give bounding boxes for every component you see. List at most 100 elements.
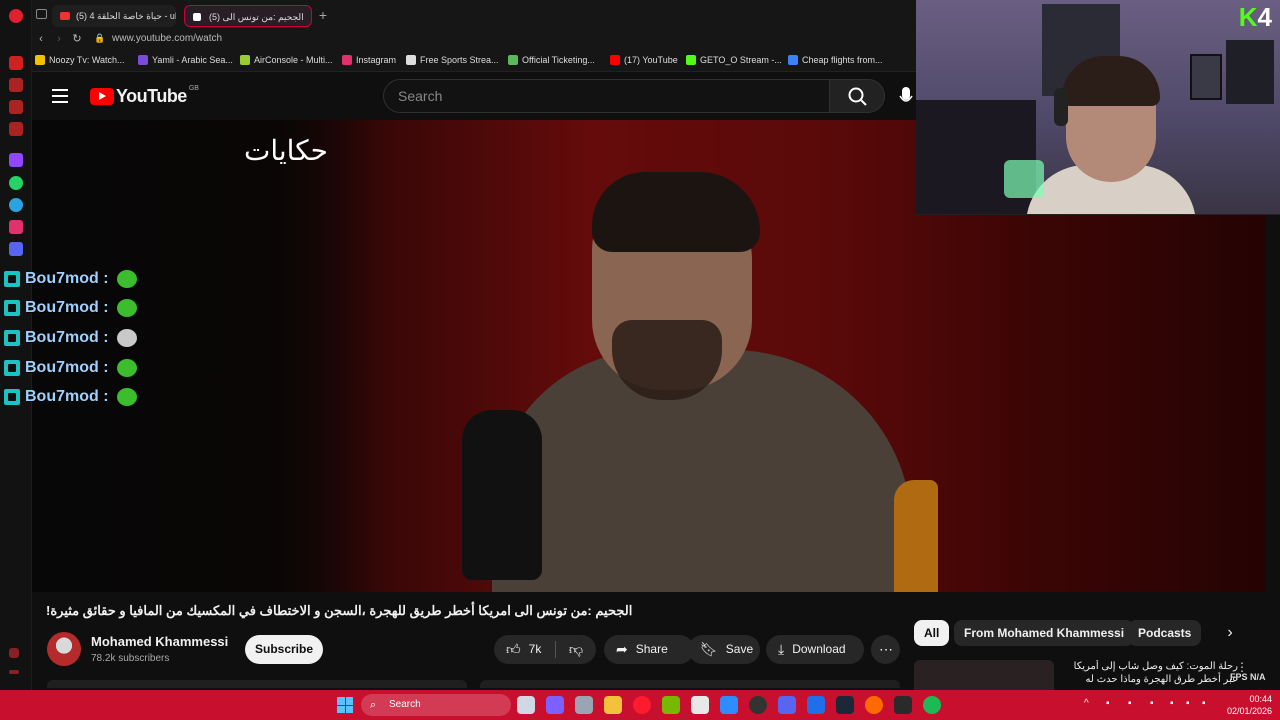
whatsapp-icon[interactable] [9,176,23,190]
app-icon[interactable] [720,696,738,714]
bookmark-official-ticketing[interactable]: Official Ticketing... [508,53,595,67]
channel-avatar[interactable] [47,632,81,666]
workspaces-icon[interactable] [9,122,23,136]
task-view-icon[interactable] [517,696,535,714]
reload-icon[interactable]: ↻ [70,32,84,46]
chip-podcasts[interactable]: Podcasts [1128,620,1202,646]
twitch-icon[interactable] [9,153,23,167]
back-icon[interactable]: ‹ [34,32,48,46]
microphone-icon[interactable] [898,82,916,110]
channel-name[interactable]: Mohamed Khammessi [91,634,228,649]
headset [1054,88,1068,126]
tab-hayat-khasa[interactable]: (5) حياة خاصة الحلقة 4 - ube [52,5,176,27]
download-icon: ⤓ [778,641,785,658]
bookmark-label: Cheap flights from... [802,55,883,65]
chevron-up-icon[interactable]: ^ [1084,698,1094,710]
bookmark-free-sports[interactable]: Free Sports Strea... [406,53,499,67]
windows-taskbar: ⌕ Search ^ ▪ ▪ ▪ ▪ ▪ ▪ 00:44 02/01/2026 [0,690,1280,720]
search-icon [848,87,867,106]
discord-taskbar-icon[interactable] [778,696,796,714]
search-input[interactable]: Search [383,79,830,113]
tray-app-icon[interactable]: ▪ [1150,698,1160,710]
url-field[interactable]: www.youtube.com/watch [112,32,222,46]
dislike-icon[interactable]: 👎︎ [564,635,588,664]
bookmark-noozy[interactable]: Noozy Tv: Watch... [35,53,125,67]
windows-start-icon[interactable] [337,697,353,713]
taskbar-clock[interactable]: 00:44 02/01/2026 [1226,693,1272,717]
youtube-header: YouTube GB Search [32,72,916,120]
chip-from-channel[interactable]: From Mohamed Khammessi [954,620,1135,646]
kick-logo-number: 4 [1257,2,1272,32]
instagram-icon[interactable] [9,220,23,234]
wall-poster [1226,40,1274,104]
taskbar-search[interactable]: ⌕ Search [361,694,511,716]
copilot-icon[interactable] [546,696,564,714]
app-icon[interactable] [865,696,883,714]
save-button[interactable]: 🔖︎ Save [688,635,760,664]
bookmark-label: Official Ticketing... [522,55,595,65]
emote-icon [116,358,137,377]
chat-username: Bou7mod : [25,299,109,317]
discord-icon[interactable] [9,242,23,256]
app-icon[interactable] [807,696,825,714]
battery-icon[interactable]: ▪ [1202,698,1212,710]
like-icon[interactable]: 👍︎ [506,635,521,664]
bookmark-geto-stream[interactable]: GETO_O Stream -... [686,53,782,67]
description-box-edge [480,680,900,688]
recommended-video-thumbnail[interactable] [914,660,1054,690]
volume-icon[interactable]: ▪ [1186,698,1196,710]
tab-aljahim-active[interactable]: (5) الجحيم :من تونس الى [184,5,312,27]
tab-menu-icon[interactable] [36,9,47,19]
chip-all[interactable]: All [914,620,950,646]
speed-dial-icon[interactable] [9,78,23,92]
youtube-logo[interactable]: YouTube GB [90,85,199,106]
bookmark-label: Noozy Tv: Watch... [49,55,125,65]
telegram-icon[interactable] [9,198,23,212]
subscribe-button[interactable]: Subscribe [245,635,323,664]
store-icon[interactable] [691,696,709,714]
new-tab-button[interactable]: + [314,6,332,24]
file-explorer-icon[interactable] [604,696,622,714]
save-label: Save [725,642,754,656]
bookmark-yamli[interactable]: Yamli - Arabic Sea... [138,53,233,67]
bookmark-instagram[interactable]: Instagram [342,53,396,67]
share-icon: ➦ [616,641,628,658]
obs-icon[interactable] [749,696,767,714]
history-icon[interactable] [9,100,23,114]
opera-logo-icon[interactable] [9,9,23,23]
more-icon[interactable] [9,670,19,674]
more-actions-button[interactable]: ⋯ [871,635,900,664]
chat-username: Bou7mod : [25,388,109,406]
speaker-icon[interactable] [193,13,201,21]
search-button[interactable] [829,79,885,113]
emote-icon [116,269,137,288]
divider [555,641,556,658]
clock-time: 00:44 [1249,694,1272,704]
spotify-icon[interactable] [923,696,941,714]
microphone-tray-icon[interactable]: ▪ [1128,698,1138,710]
bookmark-icon [342,55,352,65]
youtube-play-icon [90,87,114,105]
settings-gear-icon[interactable] [575,696,593,714]
like-count[interactable]: 7k [529,642,542,656]
wifi-icon[interactable]: ▪ [1170,698,1180,710]
nvidia-icon[interactable] [662,696,680,714]
download-button[interactable]: ⤓ Download [766,635,864,664]
badge-icon [4,389,20,406]
share-button[interactable]: ➦ Share [604,635,694,664]
steam-icon[interactable] [836,696,854,714]
bookmark-cheap-flights[interactable]: Cheap flights from... [788,53,883,67]
bookmark-youtube[interactable]: (17) YouTube [610,53,678,67]
chevron-right-icon[interactable]: › [1218,621,1242,645]
epic-games-icon[interactable] [894,696,912,714]
settings-icon[interactable] [9,648,19,658]
tray-app-icon[interactable]: ▪ [1106,698,1116,710]
aria-icon[interactable] [9,56,23,70]
menu-icon[interactable] [52,89,68,103]
forward-icon[interactable]: › [52,32,66,46]
badge-icon [4,300,20,317]
bookmark-airconsole[interactable]: AirConsole - Multi... [240,53,333,67]
recommended-video-title[interactable]: رحلة الموت: كيف وصل شاب إلى أمريكا عبر أ… [1058,660,1238,688]
kick-logo: K4 [1239,2,1272,33]
opera-icon[interactable] [633,696,651,714]
